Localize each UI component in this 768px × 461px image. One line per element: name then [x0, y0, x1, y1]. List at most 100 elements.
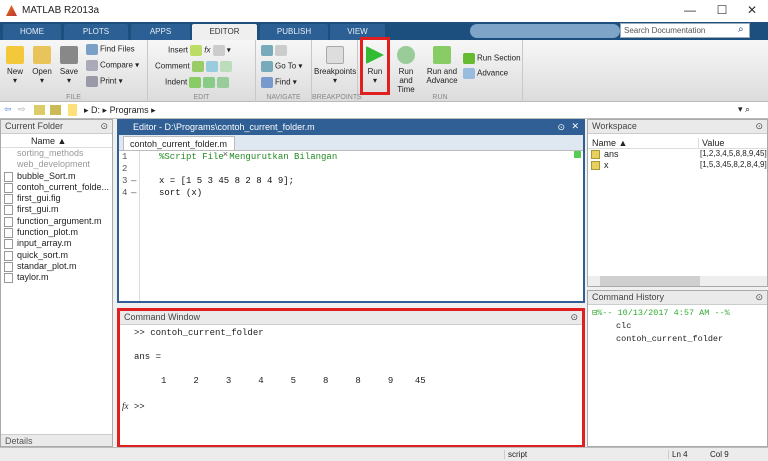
folder-item[interactable]: ⊞sorting_methods — [1, 148, 112, 159]
function-browser-icon[interactable]: fx — [122, 401, 129, 411]
search-documentation-input[interactable]: Search Documentation — [620, 23, 750, 38]
code-line[interactable]: 2 — [119, 164, 583, 176]
panel-menu-icon[interactable]: ⊙ — [755, 292, 763, 303]
horizontal-scrollbar[interactable] — [588, 276, 767, 286]
run-and-time-icon — [397, 46, 415, 64]
variable-icon — [591, 150, 600, 159]
browse-folder-icon[interactable] — [50, 105, 61, 115]
run-section-button[interactable]: Run Section — [463, 53, 521, 64]
breakpoints-button[interactable]: Breakpoints ▾ — [314, 46, 356, 85]
history-session[interactable]: ⊟%-- 10/13/2017 4:57 AM --% — [592, 307, 763, 320]
session-label: %-- 10/13/2017 4:57 AM --% — [597, 308, 730, 318]
file-name: quick_sort.m — [17, 249, 69, 260]
file-name: first_gui.m — [17, 204, 59, 215]
address-bar[interactable]: ⇦ ⇨ ▸ D: ▸ Programs ▸ ▾ ⌕ — [0, 102, 768, 119]
file-name: standar_plot.m — [17, 260, 77, 271]
history-item[interactable]: clc — [592, 320, 763, 333]
panel-menu-icon[interactable]: ⊙ — [100, 121, 108, 132]
save-button[interactable]: Save ▾ — [58, 46, 80, 85]
panel-menu-icon[interactable]: ⊙ — [570, 312, 578, 323]
comment-button[interactable]: Comment — [155, 61, 234, 72]
file-item[interactable]: function_argument.m — [1, 216, 112, 227]
command-window[interactable]: Command Window ⊙ >> contoh_current_folder… — [117, 308, 585, 448]
up-folder-icon[interactable] — [34, 105, 45, 115]
forward-icon[interactable]: ⇨ — [18, 104, 26, 115]
print-button[interactable]: Print ▾ — [86, 76, 123, 87]
breakpoint-marker[interactable]: — — [131, 176, 136, 186]
code-line[interactable]: 4— sort (x) — [119, 188, 583, 200]
name-column-header[interactable]: Name ▲ — [1, 134, 112, 148]
save-label: Save — [59, 67, 79, 76]
compare-button[interactable]: Compare ▾ — [86, 60, 139, 71]
run-and-time-button[interactable]: Run and Time — [391, 46, 421, 94]
tab-editor[interactable]: EDITOR — [192, 24, 257, 40]
file-name: function_argument.m — [17, 215, 102, 226]
path-dropdown-icon[interactable]: ▾ ⌕ — [738, 104, 750, 115]
maximize-button[interactable]: ☐ — [712, 3, 732, 19]
find-button[interactable]: Find ▾ — [261, 77, 297, 88]
tab-publish[interactable]: PUBLISH — [260, 24, 328, 40]
file-item[interactable]: first_gui.m — [1, 204, 112, 216]
quick-access-toolbar[interactable] — [470, 24, 620, 38]
folder-name: web_development — [17, 159, 91, 170]
tab-home[interactable]: HOME — [3, 24, 61, 40]
insert-button[interactable]: Insert fx ▾ — [168, 45, 231, 56]
line-number: 1 — [122, 152, 128, 162]
editor-title: Editor - D:\Programs\contoh_current_fold… — [119, 121, 583, 135]
open-label: Open — [32, 67, 52, 76]
file-item[interactable]: function_plot.m — [1, 227, 112, 239]
editor-tab[interactable]: contoh_current_folder.m × — [123, 136, 235, 159]
matlab-logo-icon — [6, 5, 17, 16]
panel-menu-icon[interactable]: ⊙ — [755, 121, 763, 132]
file-icon — [4, 273, 13, 284]
file-item[interactable]: quick_sort.m — [1, 250, 112, 261]
code-line[interactable]: 1 %Script File Mengurutkan Bilangan — [119, 152, 583, 164]
history-item[interactable]: contoh_current_folder — [592, 333, 763, 346]
tab-plots[interactable]: PLOTS — [64, 24, 128, 40]
find-files-button[interactable]: Find Files — [86, 44, 135, 55]
run-group-label: RUN — [432, 94, 448, 101]
command-prompt[interactable]: >> — [134, 402, 145, 412]
file-item[interactable]: standar_plot.m — [1, 261, 112, 272]
file-item[interactable]: contoh_current_folde... — [1, 182, 112, 193]
minimize-button[interactable]: — — [680, 3, 700, 19]
back-forward-buttons[interactable] — [261, 45, 289, 56]
path-programs[interactable]: Programs — [110, 105, 149, 115]
search-icon[interactable]: ⌕ — [738, 24, 744, 35]
panel-menu-icon[interactable]: ⊙ — [557, 122, 565, 133]
workspace-row[interactable]: x [1,5,3,45,8,2,8,4,9] — [588, 160, 767, 171]
run-button[interactable]: Run ▾ — [360, 37, 390, 95]
name-column-header[interactable]: Name ▲ — [592, 138, 627, 148]
code-analyzer-indicator-icon[interactable] — [574, 151, 581, 158]
fx-icon[interactable]: fx — [204, 46, 210, 55]
goto-button[interactable]: Go To ▾ — [261, 61, 302, 72]
details-panel[interactable]: Details — [1, 434, 112, 446]
close-editor-icon[interactable]: ✕ — [571, 121, 579, 132]
status-mode: script — [504, 450, 527, 459]
advance-button[interactable]: Advance — [463, 68, 508, 79]
code-line[interactable]: 3— x = [1 5 3 45 8 2 8 4 9]; — [119, 176, 583, 188]
run-and-advance-button[interactable]: Run and Advance — [425, 46, 459, 85]
workspace-row[interactable]: ans [1,2,3,4,5,8,8,9,45] — [588, 149, 767, 160]
current-folder-panel: Current Folder⊙ Name ▲ ⊞sorting_methods … — [0, 119, 113, 447]
file-icon — [4, 239, 13, 250]
value-column-header[interactable]: Value — [698, 138, 724, 148]
folder-item[interactable]: ⊞web_development — [1, 159, 112, 170]
file-item[interactable]: input_array.m — [1, 238, 112, 250]
open-button[interactable]: Open ▾ — [30, 46, 54, 85]
variable-value: [1,5,3,45,8,2,8,4,9] — [700, 160, 767, 169]
close-button[interactable]: ✕ — [742, 3, 762, 19]
compare-icon — [86, 60, 98, 71]
back-icon[interactable]: ⇦ — [4, 104, 12, 115]
path-segment[interactable]: ▸ D: ▸ Programs ▸ — [84, 105, 156, 116]
navigate-group: Go To ▾ Find ▾ NAVIGATE — [256, 40, 312, 102]
path-drive[interactable]: D: — [91, 105, 100, 115]
new-button[interactable]: New ▾ — [4, 46, 26, 85]
file-item[interactable]: taylor.m — [1, 272, 112, 284]
file-item[interactable]: first_gui.fig — [1, 193, 112, 205]
code-text: sort (x) — [159, 188, 203, 198]
indent-button[interactable]: Indent — [165, 77, 231, 88]
breakpoint-marker[interactable]: — — [131, 188, 136, 198]
file-item[interactable]: bubble_Sort.m — [1, 171, 112, 182]
tab-apps[interactable]: APPS — [131, 24, 190, 40]
